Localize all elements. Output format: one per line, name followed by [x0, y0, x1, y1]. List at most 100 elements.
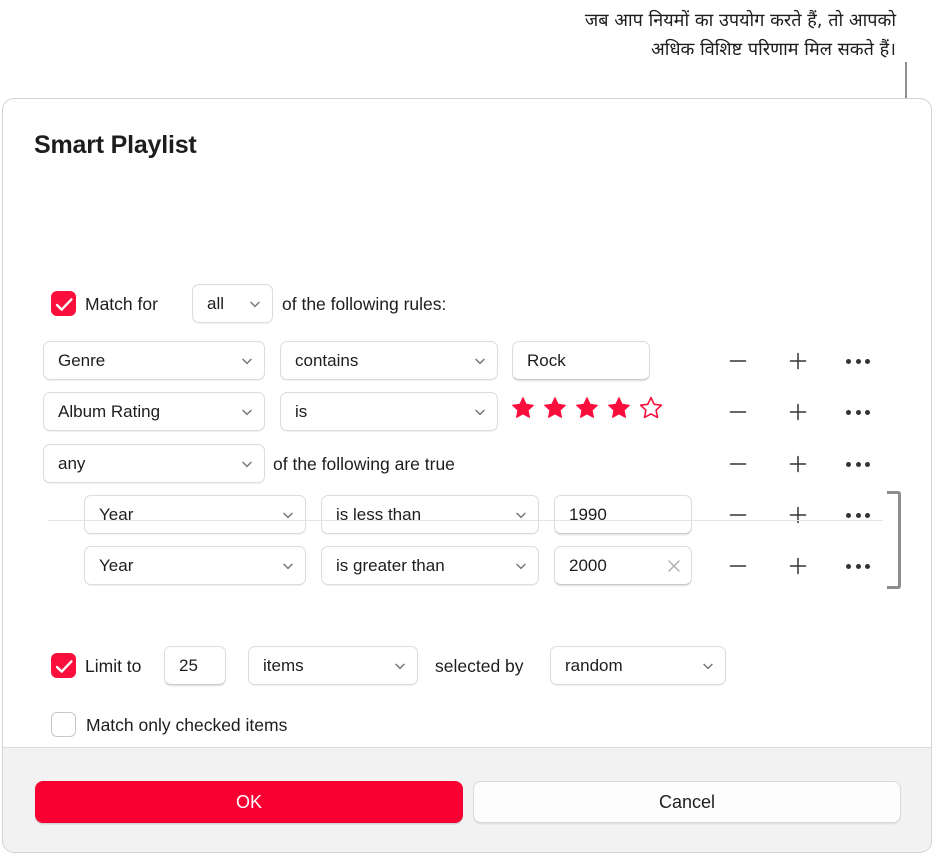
- section-divider: [48, 520, 883, 521]
- selection-method-value: random: [565, 655, 623, 675]
- limit-unit-select[interactable]: items: [248, 646, 418, 685]
- dialog-body: Smart Playlist Match for all of the foll…: [3, 99, 931, 795]
- star-filled-icon[interactable]: [575, 396, 599, 419]
- nested-rule-1-field-select[interactable]: Year: [84, 495, 306, 534]
- page-title: Smart Playlist: [34, 131, 197, 159]
- selected-by-label: selected by: [435, 656, 524, 676]
- rule-2-more-button[interactable]: [843, 397, 873, 427]
- nested-group-scope-select[interactable]: any: [43, 444, 265, 483]
- checkmark-icon: [55, 660, 73, 673]
- ellipsis-icon: [846, 358, 870, 364]
- nested-rule-1-value-input[interactable]: 1990: [554, 495, 692, 534]
- chevron-down-icon: [240, 457, 254, 471]
- nested-group-suffix-label: of the following are true: [273, 454, 455, 474]
- nested-rule-1-value-text: 1990: [569, 504, 607, 524]
- nested-rule-2-add-button[interactable]: [783, 551, 813, 581]
- star-filled-icon[interactable]: [543, 396, 567, 419]
- chevron-down-icon: [473, 354, 487, 368]
- checkmark-icon: [55, 298, 73, 311]
- nested-rule-1-remove-button[interactable]: [723, 500, 753, 530]
- minus-icon: [729, 463, 747, 465]
- chevron-down-icon: [393, 659, 407, 673]
- nested-rule-2-operator-value: is greater than: [336, 555, 445, 575]
- chevron-down-icon: [240, 405, 254, 419]
- match-rules-checkbox[interactable]: [51, 291, 76, 316]
- plus-icon: [789, 352, 807, 370]
- chevron-down-icon: [514, 559, 528, 573]
- nested-rule-1-more-button[interactable]: [843, 500, 873, 530]
- rule-1-more-button[interactable]: [843, 346, 873, 376]
- limit-to-label: Limit to: [85, 656, 142, 676]
- nested-group-more-button[interactable]: [843, 449, 873, 479]
- star-filled-icon[interactable]: [607, 396, 631, 419]
- plus-icon: [789, 506, 807, 524]
- rule-1-operator-value: contains: [295, 350, 359, 370]
- match-only-checked-items-label: Match only checked items: [86, 715, 288, 735]
- nested-rule-2-value-input[interactable]: 2000: [554, 546, 692, 585]
- cancel-button[interactable]: Cancel: [473, 781, 901, 823]
- clear-field-icon[interactable]: [665, 557, 683, 575]
- chevron-down-icon: [473, 405, 487, 419]
- rule-2-remove-button[interactable]: [723, 397, 753, 427]
- rule-1-field-select[interactable]: Genre: [43, 341, 265, 380]
- rule-1-add-button[interactable]: [783, 346, 813, 376]
- limit-unit-value: items: [263, 655, 304, 675]
- nested-rule-1-operator-select[interactable]: is less than: [321, 495, 539, 534]
- ellipsis-icon: [846, 512, 870, 518]
- nested-group-bracket: [887, 491, 901, 589]
- match-scope-value: all: [207, 293, 225, 313]
- screenshot-root: जब आप नियमों का उपयोग करते हैं, तो आपको …: [0, 0, 934, 857]
- nested-rule-1-field-value: Year: [99, 504, 134, 524]
- star-filled-icon[interactable]: [511, 396, 535, 419]
- minus-icon: [729, 360, 747, 362]
- nested-rule-2-field-select[interactable]: Year: [84, 546, 306, 585]
- rule-2-field-value: Album Rating: [58, 401, 161, 421]
- minus-icon: [729, 565, 747, 567]
- chevron-down-icon: [248, 297, 262, 311]
- plus-icon: [789, 557, 807, 575]
- minus-icon: [729, 411, 747, 413]
- limit-amount-value: 25: [179, 655, 198, 675]
- rule-1-value-input[interactable]: Rock: [512, 341, 650, 380]
- selection-method-select[interactable]: random: [550, 646, 726, 685]
- rule-2-add-button[interactable]: [783, 397, 813, 427]
- match-only-checked-items-checkbox[interactable]: [51, 712, 76, 737]
- limit-to-checkbox[interactable]: [51, 653, 76, 678]
- plus-icon: [789, 455, 807, 473]
- rule-2-field-select[interactable]: Album Rating: [43, 392, 265, 431]
- ellipsis-icon: [846, 563, 870, 569]
- ellipsis-icon: [846, 461, 870, 467]
- rule-2-operator-value: is: [295, 401, 308, 421]
- nested-rule-2-more-button[interactable]: [843, 551, 873, 581]
- nested-rule-1-add-button[interactable]: [783, 500, 813, 530]
- rule-1-remove-button[interactable]: [723, 346, 753, 376]
- star-outline-icon[interactable]: [639, 396, 663, 419]
- ellipsis-icon: [846, 409, 870, 415]
- minus-icon: [729, 514, 747, 516]
- rule-1-field-value: Genre: [58, 350, 106, 370]
- album-rating-stars[interactable]: [511, 396, 663, 419]
- rule-1-operator-select[interactable]: contains: [280, 341, 498, 380]
- match-for-label: Match for: [85, 294, 158, 314]
- nested-rule-2-value-text: 2000: [569, 555, 607, 575]
- rule-2-operator-select[interactable]: is: [280, 392, 498, 431]
- nested-rule-2-field-value: Year: [99, 555, 134, 575]
- nested-group-scope-value: any: [58, 453, 86, 473]
- plus-icon: [789, 403, 807, 421]
- ok-button[interactable]: OK: [35, 781, 463, 823]
- smart-playlist-dialog: Smart Playlist Match for all of the foll…: [2, 98, 932, 853]
- nested-rule-2-operator-select[interactable]: is greater than: [321, 546, 539, 585]
- following-rules-label: of the following rules:: [282, 294, 447, 314]
- chevron-down-icon: [240, 354, 254, 368]
- nested-rule-1-operator-value: is less than: [336, 504, 422, 524]
- callout-annotation-text: जब आप नियमों का उपयोग करते हैं, तो आपको …: [584, 10, 896, 60]
- nested-rule-2-remove-button[interactable]: [723, 551, 753, 581]
- chevron-down-icon: [281, 559, 295, 573]
- nested-group-remove-button[interactable]: [723, 449, 753, 479]
- match-scope-select[interactable]: all: [192, 284, 273, 323]
- limit-amount-input[interactable]: 25: [164, 646, 226, 685]
- dialog-footer: OK Cancel: [3, 747, 931, 852]
- chevron-down-icon: [701, 659, 715, 673]
- nested-group-add-button[interactable]: [783, 449, 813, 479]
- rule-1-value-text: Rock: [527, 350, 566, 370]
